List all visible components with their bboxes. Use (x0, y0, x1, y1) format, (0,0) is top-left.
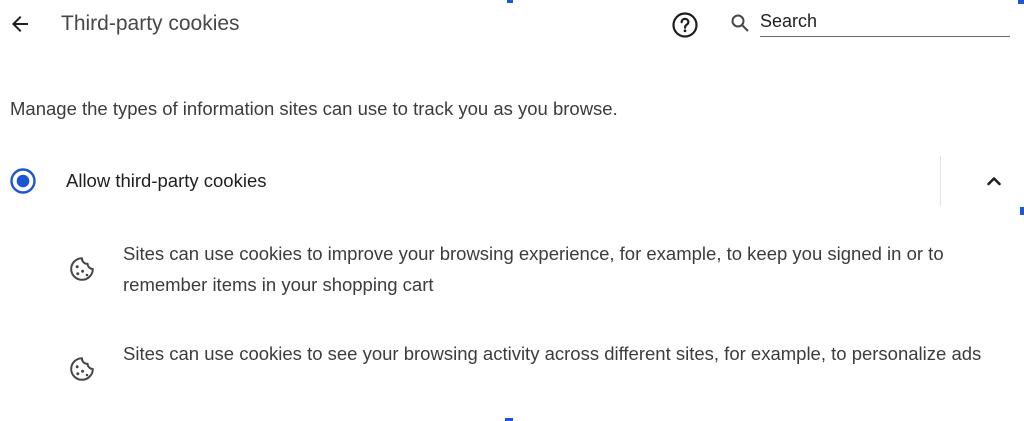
cookie-icon (70, 257, 94, 281)
list-item: Sites can use cookies to improve your br… (0, 238, 1024, 302)
search-input[interactable] (760, 6, 1010, 37)
collapse-button[interactable] (978, 165, 1010, 197)
page-title: Third-party cookies (61, 12, 240, 35)
cookie-icon (70, 357, 94, 381)
chevron-up-icon (987, 177, 1001, 186)
back-button[interactable] (4, 8, 36, 40)
selection-handle-top-right (1018, 0, 1024, 4)
radio-selected-icon[interactable] (9, 167, 37, 195)
help-circle-icon (672, 12, 698, 38)
selection-handle-right (1020, 207, 1024, 215)
option-label: Allow third-party cookies (66, 170, 267, 191)
search-icon (731, 14, 749, 32)
detail-text: Sites can use cookies to improve your br… (123, 243, 944, 295)
arrow-back-icon (12, 16, 28, 32)
page-description: Manage the types of information sites ca… (10, 98, 618, 119)
list-item: Sites can use cookies to see your browsi… (0, 338, 1024, 402)
divider (940, 156, 941, 206)
allow-third-party-cookies-option[interactable]: Allow third-party cookies (0, 156, 1024, 206)
help-button[interactable] (669, 9, 701, 41)
detail-text: Sites can use cookies to see your browsi… (123, 343, 982, 364)
selection-handle-top (507, 0, 513, 3)
search-box (728, 6, 1012, 38)
